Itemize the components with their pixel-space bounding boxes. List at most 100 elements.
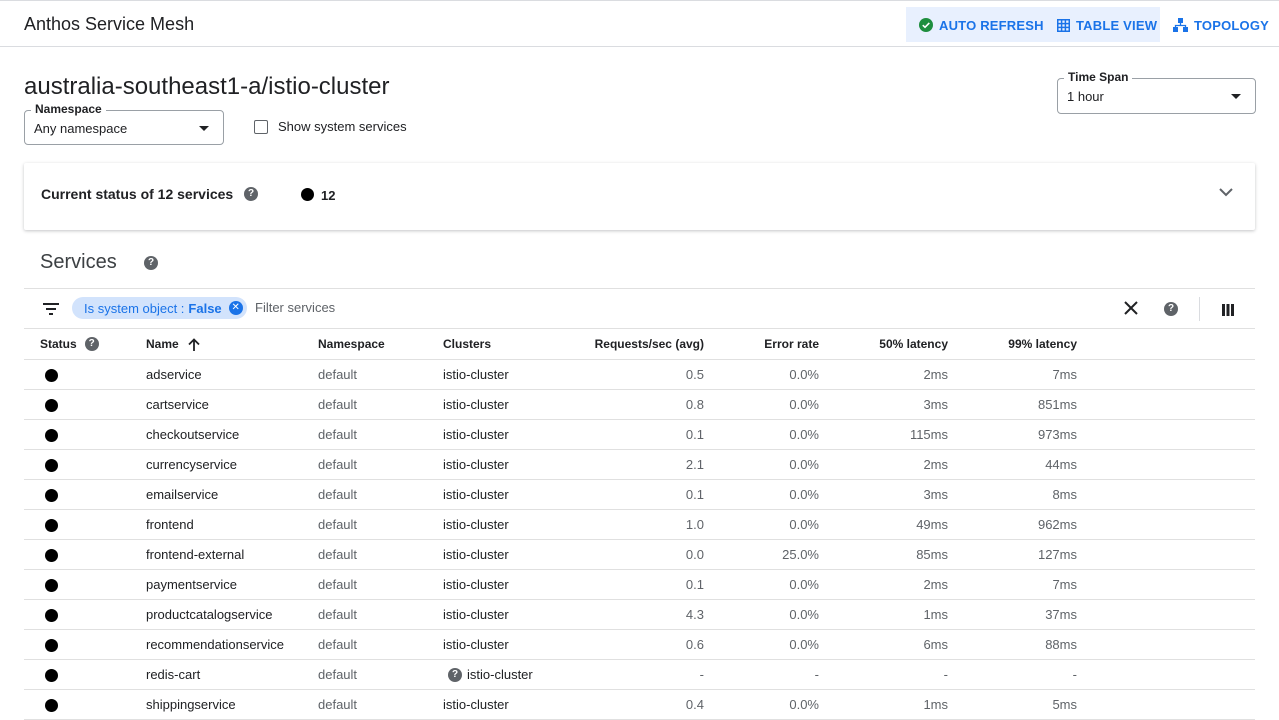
error-rate-cell: 0.0% [704,419,819,450]
requests-cell: 0.1 [563,419,704,450]
column-header-latency-50[interactable]: 50% latency [819,328,948,360]
status-indicator-icon [45,429,58,443]
service-name-link[interactable]: adservice [146,359,318,390]
requests-cell: 0.8 [563,389,704,420]
error-rate-cell: 0.0% [704,479,819,510]
row-spacer [1077,629,1255,660]
remove-chip-icon[interactable]: ✕ [228,301,243,315]
requests-cell: 0.6 [563,629,704,660]
cluster-cell-text: istio-cluster [443,607,509,622]
table-row[interactable]: adservice default istio-cluster 0.5 0.0% 2ms 7… [24,359,1255,390]
error-rate-cell: 25.0% [704,539,819,570]
table-icon [1057,18,1070,32]
sort-ascending-icon[interactable] [188,337,200,351]
table-row[interactable]: cartservice default istio-cluster 0.8 0.0% 3m… [24,389,1255,420]
table-view-button[interactable]: TABLE VIEW [1057,8,1157,42]
cluster-cell-text: istio-cluster [443,697,509,712]
cluster-cell: istio-cluster [443,419,563,450]
latency-99-cell: 127ms [948,539,1077,570]
help-icon[interactable]: ? [244,187,258,201]
status-indicator-icon [45,549,58,563]
cluster-cell-text: istio-cluster [443,517,509,532]
filter-services-input[interactable] [253,299,757,316]
table-row[interactable]: frontend-external default istio-cluster 0.0… [24,539,1255,570]
status-cell [24,539,146,570]
latency-99-cell: 7ms [948,359,1077,390]
page-title: australia-southeast1-a/istio-cluster [24,73,390,100]
error-rate-cell: - [704,659,819,690]
table-row[interactable]: shippingservice default istio-cluster 0.4 0.… [24,689,1255,720]
row-spacer [1077,419,1255,450]
table-row[interactable]: paymentservice default istio-cluster 0.1 0.0… [24,569,1255,600]
status-indicator-icon [45,369,58,383]
column-header-name[interactable]: Name [146,328,318,360]
column-header-clusters[interactable]: Clusters [443,328,563,360]
requests-cell: 1.0 [563,509,704,540]
time-span-label: Time Span [1064,70,1133,84]
namespace-cell: default [318,599,443,630]
status-cell [24,359,146,390]
column-header-namespace[interactable]: Namespace [318,328,443,360]
column-header-error-rate[interactable]: Error rate [704,328,819,360]
time-span-select[interactable]: Time Span 1 hour [1057,70,1256,114]
table-row[interactable]: recommendationservice default istio-cluste… [24,629,1255,660]
latency-99-cell: 962ms [948,509,1077,540]
help-icon[interactable]: ? [448,668,462,683]
service-name-link[interactable]: frontend-external [146,539,318,570]
topology-button[interactable]: TOPOLOGY [1173,8,1269,42]
column-header-status[interactable]: Status? [24,328,146,360]
requests-cell: 0.1 [563,569,704,600]
error-rate-cell: 0.0% [704,629,819,660]
latency-50-cell: 6ms [819,629,948,660]
column-header-requests[interactable]: Requests/sec (avg) [563,328,704,360]
requests-cell: 2.1 [563,449,704,480]
service-name-link[interactable]: recommendationservice [146,629,318,660]
namespace-cell: default [318,509,443,540]
table-row[interactable]: currencyservice default istio-cluster 2.1 0.… [24,449,1255,480]
status-cell [24,509,146,540]
namespace-cell: default [318,689,443,720]
service-name-link[interactable]: currencyservice [146,449,318,480]
service-name-link[interactable]: paymentservice [146,569,318,600]
filter-chip[interactable]: Is system object : False ✕ [72,297,247,319]
cluster-cell-text: istio-cluster [443,577,509,592]
service-name-link[interactable]: cartservice [146,389,318,420]
column-header-latency-99[interactable]: 99% latency [948,328,1077,360]
namespace-label: Namespace [31,102,106,116]
requests-cell: 0.5 [563,359,704,390]
latency-99-cell: 37ms [948,599,1077,630]
cluster-cell: istio-cluster [443,599,563,630]
cluster-cell-text: istio-cluster [443,397,509,412]
show-system-services-toggle[interactable]: Show system services [254,119,407,134]
filter-chip-value: False [188,300,222,316]
service-name-link[interactable]: shippingservice [146,689,318,720]
service-name-link[interactable]: frontend [146,509,318,540]
column-display-options-icon[interactable] [1222,303,1234,321]
auto-refresh-button[interactable]: AUTO REFRESH [919,8,1044,42]
table-view-label: TABLE VIEW [1076,17,1158,33]
help-icon[interactable]: ? [144,256,158,270]
cluster-cell: istio-cluster [443,389,563,420]
namespace-select[interactable]: Namespace Any namespace [24,102,224,145]
show-system-services-checkbox[interactable] [254,119,268,134]
row-spacer [1077,389,1255,420]
latency-50-cell: 3ms [819,479,948,510]
service-name-link[interactable]: productcatalogservice [146,599,318,630]
filter-icon[interactable] [43,302,59,320]
service-name-link[interactable]: redis-cart [146,659,318,690]
table-row[interactable]: emailservice default istio-cluster 0.1 0.0% 3… [24,479,1255,510]
help-icon[interactable]: ? [84,337,99,351]
table-row[interactable]: redis-cart default? istio-cluster - - - - [24,659,1255,690]
latency-99-cell: 7ms [948,569,1077,600]
latency-99-cell: 5ms [948,689,1077,720]
expand-chevron-icon[interactable] [1219,184,1233,202]
table-row[interactable]: productcatalogservice default istio-cluste… [24,599,1255,630]
clear-filter-icon[interactable] [1124,301,1138,320]
latency-50-cell: 1ms [819,689,948,720]
help-icon[interactable]: ? [1164,302,1178,316]
service-name-link[interactable]: checkoutservice [146,419,318,450]
table-row[interactable]: frontend default istio-cluster 1.0 0.0% 49ms 9… [24,509,1255,540]
service-name-link[interactable]: emailservice [146,479,318,510]
status-indicator-icon [45,579,58,593]
table-row[interactable]: checkoutservice default istio-cluster 0.1 0.… [24,419,1255,450]
